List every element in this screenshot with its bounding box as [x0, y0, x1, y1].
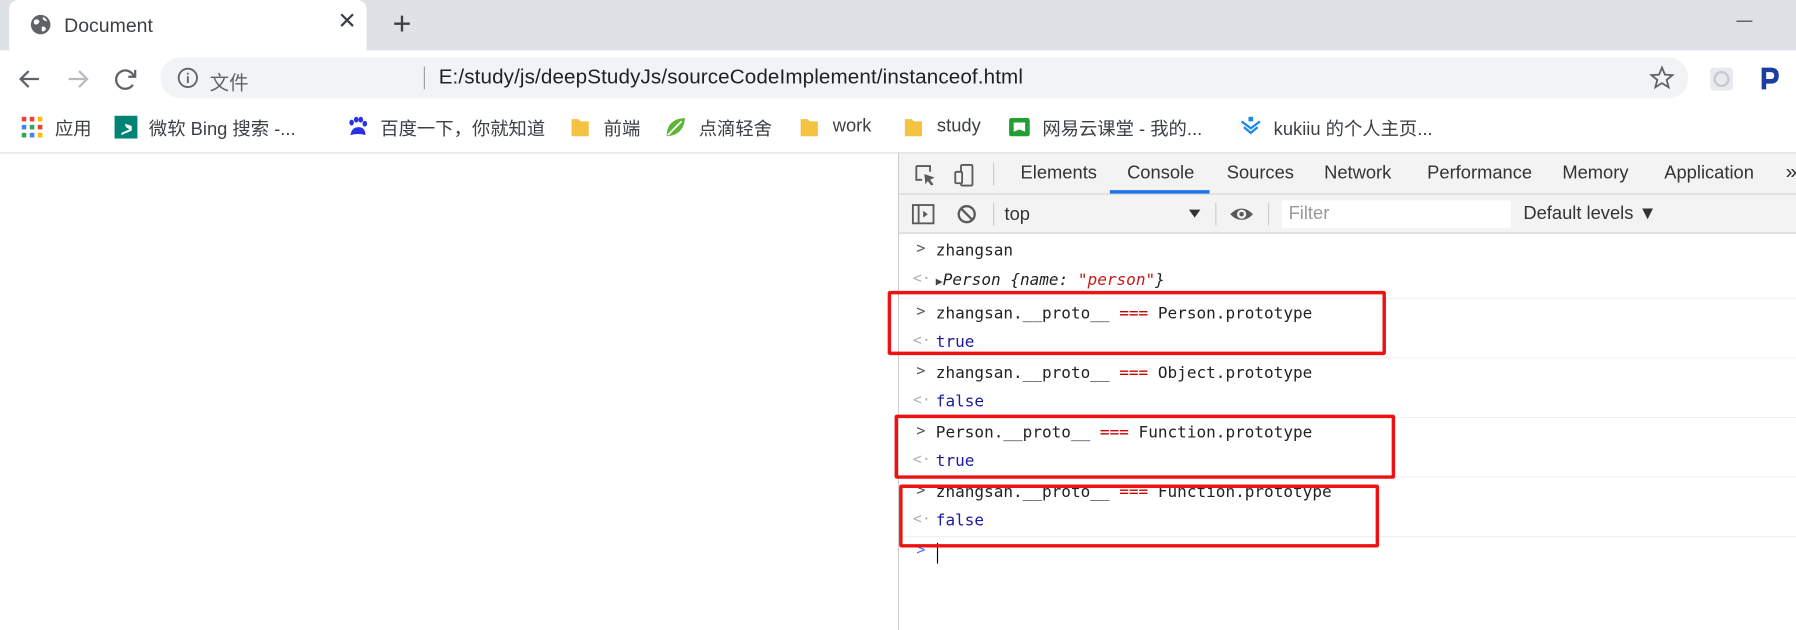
entry-divider: [899, 357, 1796, 359]
console-input-text: zhangsan: [935, 241, 1014, 261]
page-content: [0, 153, 898, 630]
tab-network[interactable]: Network: [1324, 164, 1391, 185]
devtools-tab-bar: Elements Console Sources Network Perform…: [899, 153, 1796, 195]
object-close-brace: }: [1155, 271, 1165, 290]
eye-icon[interactable]: [1229, 202, 1254, 227]
tab-title: Document: [64, 14, 153, 37]
toolbar-divider: [993, 162, 995, 186]
bookmark-label: 百度一下，你就知道: [380, 120, 546, 140]
netease-study-icon: [1009, 117, 1030, 137]
bookmark-diandi[interactable]: 点滴轻舍: [664, 105, 772, 149]
scheme-label: 文件: [209, 72, 249, 94]
forward-arrow-icon[interactable]: [62, 63, 94, 95]
object-class: Person: [942, 271, 1001, 290]
bookmark-star-icon[interactable]: [1649, 65, 1675, 90]
bookmark-label: work: [832, 116, 872, 137]
tab-strip: Document ✕ +: [0, 0, 1796, 51]
context-selector[interactable]: top: [1005, 205, 1030, 226]
console-input-row: > zhangsan.__proto__ === Object.prototyp…: [899, 360, 1796, 390]
bookmarks-bar: 应用 微软 Bing 搜索 -... 百度一下，你就知道 前端 点滴轻舍 wor…: [0, 105, 1796, 154]
address-bar[interactable]: 文件 E:/study/js/deepStudyJs/sourceCodeImp…: [160, 57, 1689, 99]
device-toolbar-icon[interactable]: [952, 163, 977, 188]
extension-icon[interactable]: [1709, 66, 1734, 91]
close-tab-icon[interactable]: ✕: [334, 9, 359, 34]
bookmark-folder-study[interactable]: study: [903, 105, 981, 149]
globe-icon: [30, 14, 51, 35]
console-result-value: false: [935, 392, 985, 412]
bookmark-baidu[interactable]: 百度一下，你就知道: [346, 105, 545, 149]
profile-extension-icon[interactable]: [1758, 65, 1781, 90]
chevron-down-icon[interactable]: [1188, 206, 1202, 220]
bookmark-label: study: [936, 116, 981, 137]
devtools-panel: Elements Console Sources Network Perform…: [897, 153, 1796, 630]
bookmark-kukiiu[interactable]: kukiiu 的个人主页...: [1239, 105, 1433, 149]
bookmark-bing[interactable]: 微软 Bing 搜索 -...: [114, 105, 296, 149]
tab-sources[interactable]: Sources: [1227, 164, 1294, 185]
filter-box: [1281, 200, 1511, 228]
tab-console[interactable]: Console: [1127, 164, 1194, 185]
inspect-element-icon[interactable]: [913, 163, 938, 188]
bookmark-label: 微软 Bing 搜索 -...: [148, 120, 296, 140]
more-tabs-button[interactable]: »: [1786, 160, 1796, 184]
highlight-box: [899, 484, 1380, 548]
leaf-icon: [666, 117, 685, 137]
bookmark-label: 点滴轻舍: [698, 120, 773, 140]
output-chevron-icon: <·: [912, 391, 931, 409]
highlight-box: [887, 290, 1386, 356]
bookmark-label: 应用: [54, 120, 92, 140]
filter-input[interactable]: [1281, 200, 1511, 228]
toolbar-divider: [1215, 202, 1217, 226]
folder-icon: [800, 119, 818, 137]
tab-memory[interactable]: Memory: [1562, 164, 1628, 185]
console-output-row: <· false: [899, 388, 1796, 418]
object-colon: :: [1058, 271, 1078, 290]
expand-triangle-icon[interactable]: ▶: [936, 276, 943, 289]
tab-document[interactable]: Document ✕: [9, 0, 367, 51]
reload-icon[interactable]: [110, 63, 142, 95]
console-input-row: > zhangsan: [899, 237, 1796, 267]
tab-elements[interactable]: Elements: [1021, 164, 1097, 185]
input-chevron-icon: >: [916, 240, 926, 258]
bookmark-apps[interactable]: 应用: [21, 105, 92, 149]
folder-icon: [571, 119, 589, 137]
console-toolbar: top Default levels ▼: [899, 194, 1796, 234]
bookmark-folder-work[interactable]: work: [798, 105, 871, 149]
output-chevron-icon: <·: [912, 270, 931, 288]
kukiiu-icon: [1240, 116, 1261, 135]
tab-performance[interactable]: Performance: [1427, 164, 1532, 185]
address-separator: [423, 66, 425, 90]
toolbar-divider: [993, 202, 995, 226]
url-text[interactable]: E:/study/js/deepStudyJs/sourceCodeImplem…: [439, 65, 1023, 89]
baidu-paw-icon: [349, 116, 368, 136]
bookmark-label: 网易云课堂 - 我的...: [1042, 120, 1203, 140]
browser-window: Document ✕ + 文件 E:/study/js/deepStudyJs/…: [0, 0, 1796, 630]
clear-console-icon[interactable]: [954, 202, 979, 227]
log-levels-dropdown[interactable]: Default levels ▼: [1523, 204, 1656, 225]
apps-grid-icon: [21, 116, 43, 138]
back-arrow-icon[interactable]: [14, 63, 46, 95]
info-icon[interactable]: [176, 66, 199, 89]
bookmark-netease[interactable]: 网易云课堂 - 我的...: [1008, 105, 1202, 149]
bookmark-label: kukiiu 的个人主页...: [1273, 120, 1433, 140]
console-input-text: zhangsan.__proto__ === Object.prototype: [935, 364, 1313, 383]
new-tab-button[interactable]: +: [387, 7, 417, 39]
minimize-window-button[interactable]: [1736, 20, 1753, 22]
bookmark-label: 前端: [603, 120, 641, 140]
object-key: name: [1019, 271, 1059, 290]
toolbar-divider: [1267, 202, 1270, 226]
folder-icon: [904, 119, 923, 137]
input-chevron-icon: >: [916, 363, 926, 381]
object-value: "person": [1077, 271, 1156, 290]
bing-icon: [114, 115, 138, 139]
browser-toolbar: 文件 E:/study/js/deepStudyJs/sourceCodeImp…: [0, 50, 1796, 106]
show-sidebar-icon[interactable]: [911, 202, 936, 227]
active-tab-underline: [1109, 190, 1210, 194]
highlight-box: [894, 414, 1396, 479]
console-object-preview[interactable]: ▶Person {name: "person"}: [936, 271, 1165, 289]
tab-application[interactable]: Application: [1664, 164, 1754, 185]
bookmark-folder-frontend[interactable]: 前端: [569, 105, 640, 149]
